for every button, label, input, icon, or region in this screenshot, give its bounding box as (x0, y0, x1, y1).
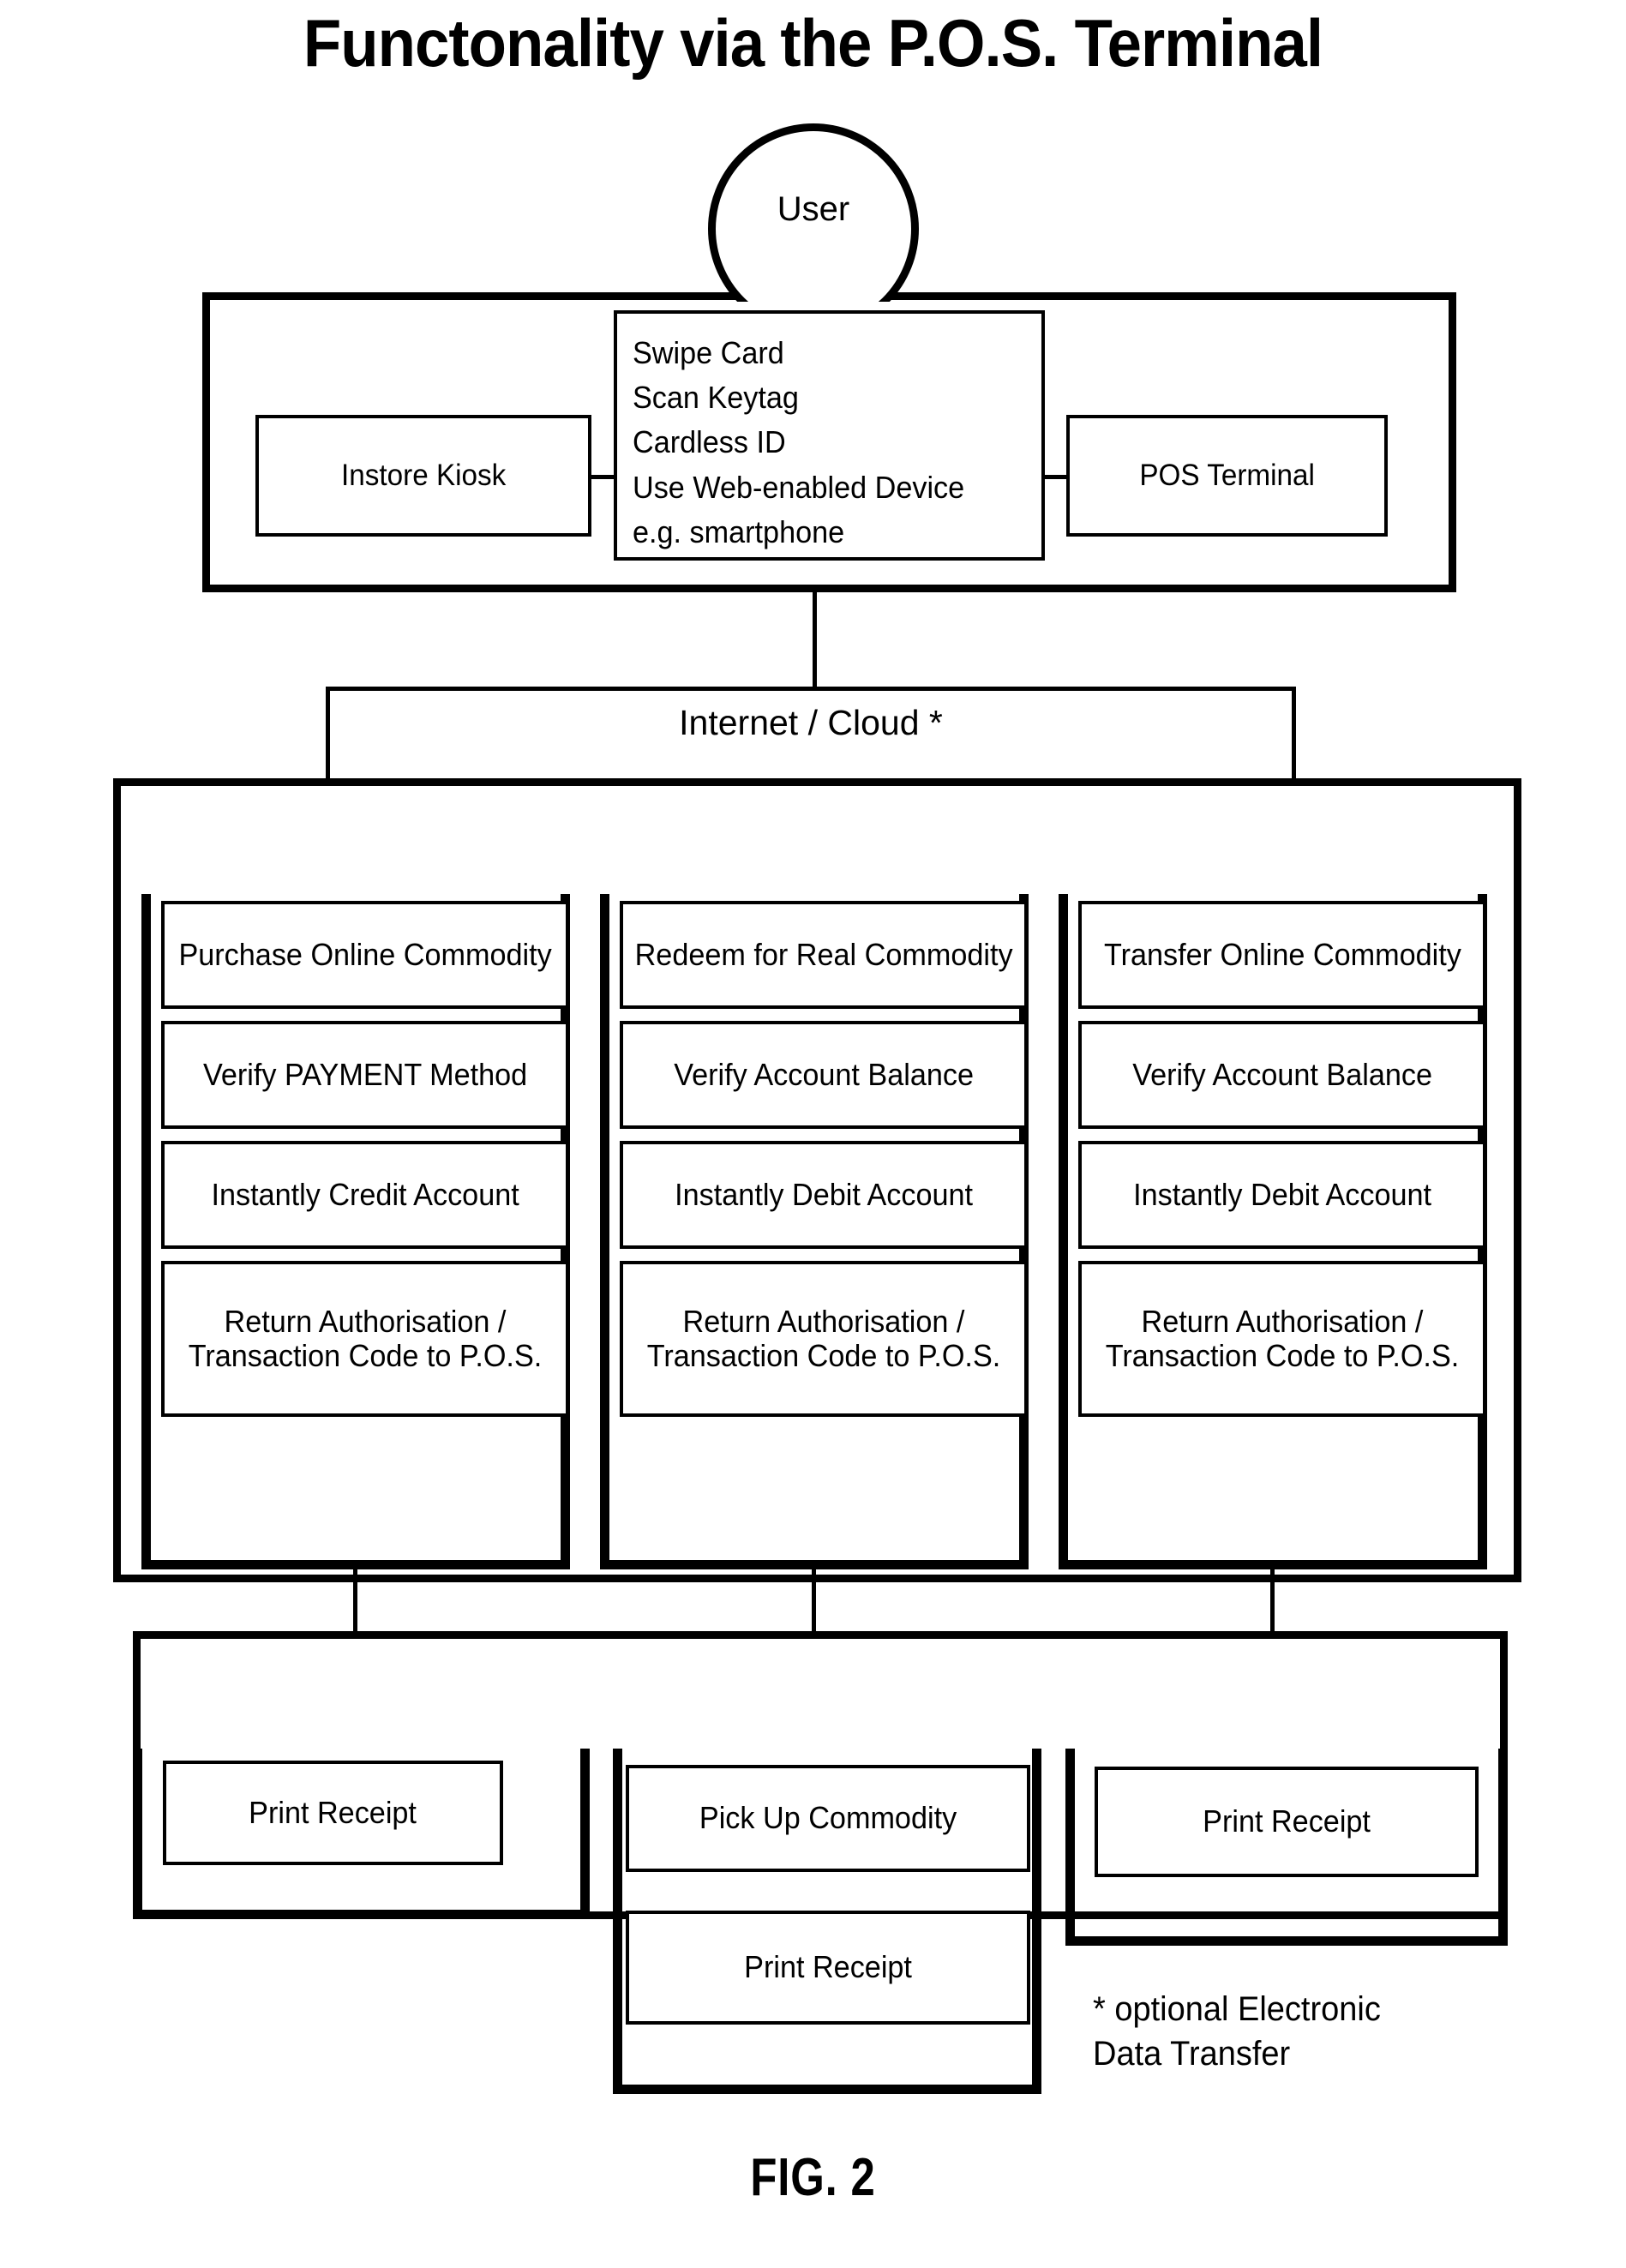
user-label: User (777, 190, 850, 228)
step-redeem-for-real-commodity: Redeem for Real Commodity (620, 901, 1028, 1009)
step-transfer-online-commodity: Transfer Online Commodity (1078, 901, 1486, 1009)
step-verify-account-balance-redeem: Verify Account Balance (620, 1021, 1028, 1129)
step-return-authorisation-purchase: Return Authorisation / Transaction Code … (161, 1261, 569, 1417)
ocrs-column-transfer: Transfer Online Commodity Verify Account… (1059, 894, 1487, 1569)
figure-title: Functonality via the P.O.S. Terminal (303, 5, 1323, 81)
step-return-authorisation-redeem: Return Authorisation / Transaction Code … (620, 1261, 1028, 1417)
access-method-web-enabled-device: Use Web-enabled Device (633, 469, 965, 505)
instore-kiosk-label: Instore Kiosk (340, 459, 507, 493)
footnote-line-2: Data Transfer (1093, 2035, 1291, 2073)
pick-up-commodity-box: Pick Up Commodity (626, 1765, 1030, 1872)
internet-cloud-label: Internet / Cloud * (679, 703, 943, 742)
access-method-swipe-card: Swipe Card (633, 335, 784, 370)
connector-transfer-to-pos-bottom (1270, 1569, 1275, 1635)
step-verify-account-balance-transfer: Verify Account Balance (1078, 1021, 1486, 1129)
patent-figure-page: Functonality via the P.O.S. Terminal Use… (0, 0, 1626, 2268)
access-method-smartphone-example: e.g. smartphone (633, 513, 845, 549)
pos-terminal-label: POS Terminal (1139, 459, 1315, 493)
footnote: * optional Electronic Data Transfer (1093, 1987, 1476, 2076)
pos-terminal-box: POS Terminal (1066, 415, 1388, 537)
access-methods-box: Swipe Card Scan Keytag Cardless ID Use W… (614, 310, 1045, 561)
ocrs-column-redeem: Redeem for Real Commodity Verify Account… (600, 894, 1029, 1569)
print-receipt-purchase-box: Print Receipt (163, 1761, 503, 1865)
step-instantly-debit-account-redeem: Instantly Debit Account (620, 1141, 1028, 1249)
cloud-bracket-top-rail (326, 687, 1296, 691)
connector-pos-to-cloud (813, 592, 817, 690)
access-method-scan-keytag: Scan Keytag (633, 380, 799, 416)
instore-kiosk-box: Instore Kiosk (255, 415, 591, 537)
step-instantly-debit-account-transfer: Instantly Debit Account (1078, 1141, 1486, 1249)
connector-methods-to-terminal (1043, 475, 1068, 479)
connector-kiosk-to-methods (591, 475, 615, 479)
connector-purchase-to-pos-bottom (353, 1569, 357, 1635)
print-receipt-redeem-box: Print Receipt (626, 1911, 1030, 2025)
ocrs-column-purchase: Purchase Online Commodity Verify PAYMENT… (141, 894, 570, 1569)
step-instantly-credit-account: Instantly Credit Account (161, 1141, 569, 1249)
step-purchase-online-commodity: Purchase Online Commodity (161, 901, 569, 1009)
step-return-authorisation-transfer: Return Authorisation / Transaction Code … (1078, 1261, 1486, 1417)
access-method-cardless-id: Cardless ID (633, 424, 786, 460)
figure-caption: FIG. 2 (750, 2148, 876, 2207)
print-receipt-transfer-box: Print Receipt (1095, 1767, 1479, 1877)
footnote-line-1: * optional Electronic (1093, 1990, 1381, 2028)
connector-redeem-to-pos-bottom (812, 1569, 816, 1635)
step-verify-payment-method: Verify PAYMENT Method (161, 1021, 569, 1129)
